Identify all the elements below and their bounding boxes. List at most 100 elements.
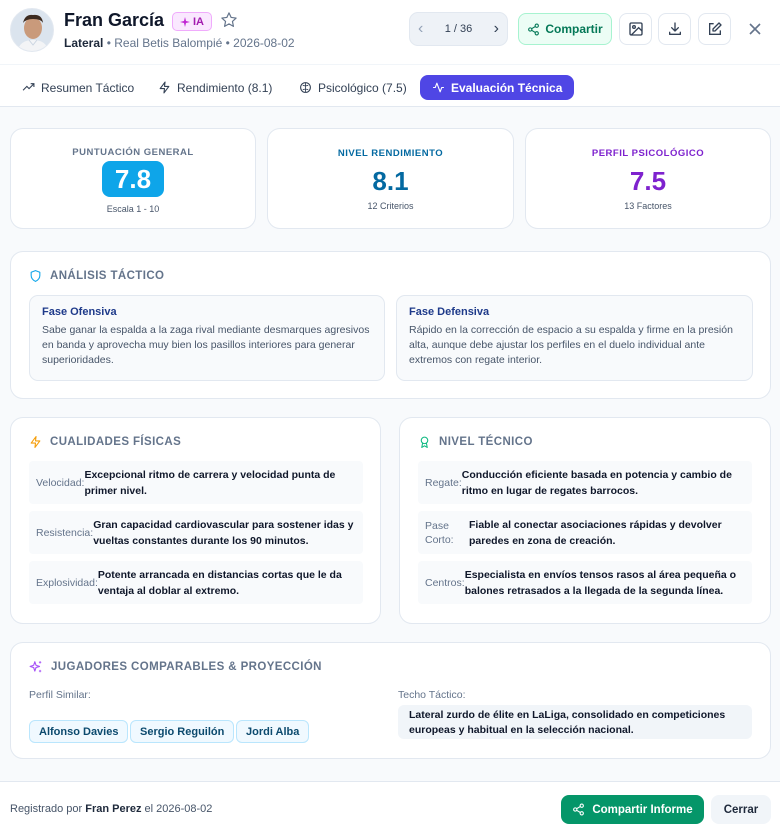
attribute-label: Velocidad: (36, 476, 85, 489)
report-header: Fran García IA Lateral • Real Betis Balo… (0, 0, 780, 64)
trending-up-icon (22, 83, 35, 91)
attribute-value: Conducción eficiente basada en potencia … (461, 468, 732, 497)
attribute-row: Velocidad: Excepcional ritmo de carrera … (29, 461, 363, 504)
score-sub: 13 Factores (624, 201, 672, 211)
attribute-row: Centros: Especialista en envíos tensos r… (418, 561, 752, 604)
lightning-icon (30, 436, 41, 448)
player-club: • Real Betis Balompié (106, 36, 223, 50)
download-icon (668, 22, 681, 35)
section-title-text: NIVEL TÉCNICO (439, 436, 533, 448)
attribute-value: Fiable al conectar asociaciones rápidas … (469, 518, 722, 547)
player-name: Fran García (64, 10, 165, 30)
close-button[interactable]: Cerrar (711, 795, 771, 824)
defensive-phase-box: Fase Defensiva Rápido en la corrección d… (396, 295, 753, 381)
brain-icon (300, 82, 311, 93)
registered-prefix: Registrado por (10, 803, 83, 815)
section-title: JUGADORES COMPARABLES & PROYECCIÓN (29, 660, 322, 674)
edit-icon (708, 22, 722, 35)
score-sub: 12 Criterios (367, 201, 414, 211)
attribute-row: Explosividad: Potente arrancada en dista… (29, 561, 363, 604)
report-tabs: Resumen Táctico Rendimiento (8.1) Psicol… (0, 64, 780, 107)
attribute-row: Resistencia: Gran capacidad cardiovascul… (29, 511, 363, 554)
image-icon (628, 22, 643, 36)
phase-title: Fase Ofensiva (42, 306, 117, 318)
share-icon (528, 23, 540, 35)
close-icon[interactable] (745, 19, 765, 39)
share-icon (573, 803, 585, 816)
score-value-rendimiento: 8.1 (372, 166, 409, 196)
image-export-button[interactable] (619, 13, 652, 45)
registered-info: Registrado por Fran Perez el 2026-08-02 (10, 803, 212, 815)
tab-label: Evaluación Técnica (451, 80, 563, 95)
registered-suffix: el 2026-08-02 (144, 803, 213, 815)
report-footer: Registrado por Fran Perez el 2026-08-02 … (0, 781, 780, 830)
award-icon (420, 436, 429, 448)
tab-label: Psicológico (7.5) (318, 80, 407, 95)
player-chip[interactable]: Alfonso Davies (29, 720, 129, 743)
player-meta: Lateral • Real Betis Balompié • 2026-08-… (64, 36, 295, 50)
comparables-section: JUGADORES COMPARABLES & PROYECCIÓN Perfi… (10, 642, 771, 759)
attribute-label: Regate: (425, 476, 462, 489)
offensive-phase-box: Fase Ofensiva Sabe ganar la espalda a la… (29, 295, 385, 381)
prev-report-button[interactable]: ‹ (418, 21, 423, 37)
score-value-general: 7.8 (102, 161, 164, 197)
ceiling-text: Lateral zurdo de élite en LaLiga, consol… (398, 705, 752, 739)
player-chip[interactable]: Jordi Alba (236, 720, 310, 743)
player-chip[interactable]: Sergio Reguilón (130, 720, 235, 743)
score-card-general: PUNTUACIÓN GENERAL 7.8 Escala 1 - 10 (10, 128, 256, 229)
attribute-row: Regate: Conducción eficiente basada en p… (418, 461, 752, 504)
section-title: ANÁLISIS TÁCTICO (29, 269, 164, 283)
score-label: PUNTUACIÓN GENERAL (72, 147, 194, 158)
share-button-label: Compartir (545, 22, 603, 36)
physical-qualities-section: CUALIDADES FÍSICAS Velocidad: Excepciona… (10, 417, 381, 624)
tab-resumen-tactico[interactable]: Resumen Táctico (22, 75, 134, 100)
sparkles-icon (29, 661, 42, 673)
attribute-value: Potente arrancada en distancias cortas q… (97, 568, 342, 597)
phase-title: Fase Defensiva (409, 306, 490, 318)
tactical-analysis-section: ANÁLISIS TÁCTICO Fase Ofensiva Sabe gana… (10, 251, 771, 399)
share-button[interactable]: Compartir (518, 13, 612, 45)
tab-label: Rendimiento (8.1) (177, 80, 273, 95)
attribute-row: Pase Corto: Fiable al conectar asociacio… (418, 511, 752, 554)
ceiling-label: Techo Táctico: (398, 689, 466, 701)
score-value-psicologico: 7.5 (629, 166, 667, 196)
ia-badge: IA (172, 12, 212, 31)
share-report-button[interactable]: Compartir Informe (561, 795, 704, 824)
player-position: Lateral (64, 36, 104, 50)
download-button[interactable] (658, 13, 691, 45)
technical-level-section: NIVEL TÉCNICO Regate: Conducción eficien… (399, 417, 771, 624)
report-date: • 2026-08-02 (225, 36, 295, 50)
attribute-label: Explosividad: (36, 576, 98, 589)
share-report-label: Compartir Informe (592, 803, 693, 816)
attribute-label: Pase Corto: (425, 519, 454, 546)
attribute-label: Centros: (425, 576, 465, 589)
tab-rendimiento[interactable]: Rendimiento (8.1) (158, 75, 272, 100)
tab-psicologico[interactable]: Psicológico (7.5) (299, 75, 407, 100)
favorite-star-icon[interactable] (220, 11, 238, 29)
score-card-psicologico: PERFIL PSICOLÓGICO 7.5 13 Factores (525, 128, 771, 229)
attribute-value: Especialista en envíos tensos rasos al á… (464, 568, 737, 597)
section-title-text: ANÁLISIS TÁCTICO (50, 270, 165, 282)
section-title-text: JUGADORES COMPARABLES & PROYECCIÓN (51, 661, 322, 673)
tab-evaluacion-tecnica[interactable]: Evaluación Técnica (420, 75, 575, 100)
registered-by: Fran Perez (85, 803, 142, 815)
lightning-icon (159, 81, 170, 94)
pager-counter: 1 / 36 (444, 23, 473, 35)
section-title: CUALIDADES FÍSICAS (29, 435, 181, 449)
attribute-value: Gran capacidad cardiovascular para soste… (93, 518, 354, 547)
section-title: NIVEL TÉCNICO (418, 435, 533, 449)
next-report-button[interactable]: › (494, 21, 499, 37)
score-label: NIVEL RENDIMIENTO (337, 148, 444, 159)
score-card-rendimiento: NIVEL RENDIMIENTO 8.1 12 Criterios (267, 128, 514, 229)
ia-badge-label: IA (193, 15, 204, 28)
tab-label: Resumen Táctico (41, 80, 135, 95)
similar-profile-label: Perfil Similar: (29, 689, 91, 701)
edit-button[interactable] (698, 13, 731, 45)
attribute-label: Resistencia: (36, 526, 94, 539)
report-pager: ‹ 1 / 36 › (409, 12, 508, 46)
score-label: PERFIL PSICOLÓGICO (591, 148, 705, 159)
score-sub: Escala 1 - 10 (106, 204, 160, 214)
activity-icon (433, 82, 444, 93)
shield-icon (30, 270, 41, 282)
phase-text: Sabe ganar la espalda a la zaga rival me… (42, 324, 370, 366)
